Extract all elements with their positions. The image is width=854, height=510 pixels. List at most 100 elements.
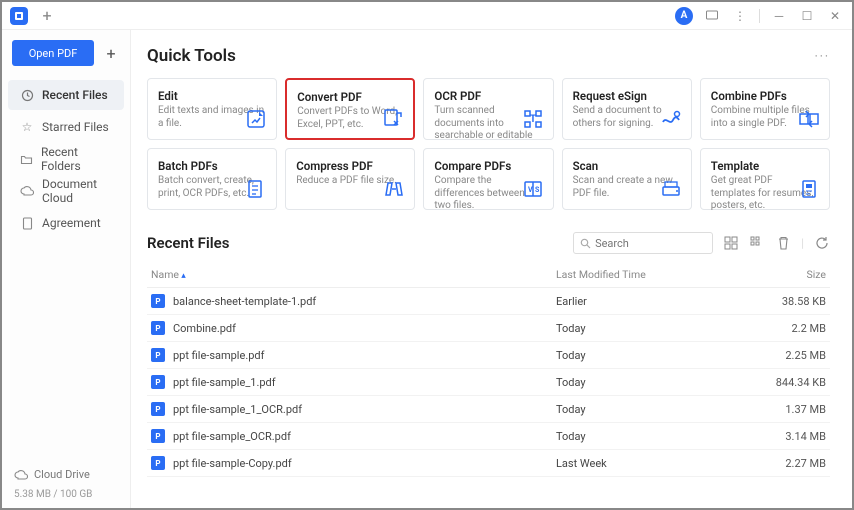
card-icon: T bbox=[521, 107, 545, 131]
sidebar-item-starred-files[interactable]: ☆ Starred Files bbox=[8, 112, 124, 142]
maximize-button[interactable]: ☐ bbox=[798, 7, 816, 25]
file-name: ppt file-sample_OCR.pdf bbox=[173, 430, 291, 443]
file-name: balance-sheet-template-1.pdf bbox=[173, 295, 316, 308]
titlebar: + A ⋮ ─ ☐ ✕ bbox=[2, 2, 852, 30]
main-content: Quick Tools ··· EditEdit texts and image… bbox=[131, 30, 852, 508]
card-icon bbox=[659, 107, 683, 131]
folder-icon bbox=[20, 152, 33, 166]
file-size: 1.37 MB bbox=[736, 403, 826, 416]
card-icon bbox=[381, 106, 405, 130]
col-size[interactable]: Size bbox=[736, 268, 826, 281]
table-row[interactable]: Pppt file-sample.pdfToday2.25 MB bbox=[147, 342, 830, 369]
view-grid-icon[interactable] bbox=[723, 235, 739, 251]
file-modified: Today bbox=[556, 376, 736, 389]
pdf-file-icon: P bbox=[151, 348, 165, 362]
sidebar-item-label: Recent Folders bbox=[41, 145, 112, 173]
cloud-icon bbox=[20, 184, 34, 198]
tool-card-batch-pdfs[interactable]: Batch PDFsBatch convert, create, print, … bbox=[147, 148, 277, 210]
pdf-file-icon: P bbox=[151, 402, 165, 416]
card-title: OCR PDF bbox=[434, 89, 542, 103]
file-name: ppt file-sample-Copy.pdf bbox=[173, 457, 292, 470]
cloud-icon bbox=[14, 470, 28, 480]
sidebar-item-label: Document Cloud bbox=[42, 177, 112, 205]
view-small-grid-icon[interactable] bbox=[749, 235, 765, 251]
pdf-file-icon: P bbox=[151, 456, 165, 470]
chat-icon[interactable] bbox=[703, 7, 721, 25]
table-row[interactable]: Pppt file-sample_OCR.pdfToday3.14 MB bbox=[147, 423, 830, 450]
table-header: Name Last Modified Time Size bbox=[147, 262, 830, 288]
table-row[interactable]: Pppt file-sample_1_OCR.pdfToday1.37 MB bbox=[147, 396, 830, 423]
file-modified: Today bbox=[556, 430, 736, 443]
card-title: Compare PDFs bbox=[434, 159, 542, 173]
minimize-button[interactable]: ─ bbox=[770, 7, 788, 25]
sidebar-item-recent-files[interactable]: Recent Files bbox=[8, 80, 124, 110]
card-icon bbox=[797, 177, 821, 201]
col-name[interactable]: Name bbox=[151, 268, 556, 281]
tool-card-ocr-pdf[interactable]: OCR PDFTurn scanned documents into searc… bbox=[423, 78, 553, 140]
sidebar-item-agreement[interactable]: Agreement bbox=[8, 208, 124, 238]
quick-tools-title: Quick Tools bbox=[147, 46, 236, 66]
table-row[interactable]: Pbalance-sheet-template-1.pdfEarlier38.5… bbox=[147, 288, 830, 315]
tool-card-combine-pdfs[interactable]: Combine PDFsCombine multiple files into … bbox=[700, 78, 830, 140]
close-button[interactable]: ✕ bbox=[826, 7, 844, 25]
add-button[interactable]: + bbox=[102, 44, 120, 62]
tool-card-edit[interactable]: EditEdit texts and images in a file. bbox=[147, 78, 277, 140]
cloud-drive-button[interactable]: Cloud Drive bbox=[14, 464, 118, 485]
file-size: 2.2 MB bbox=[736, 322, 826, 335]
user-avatar[interactable]: A bbox=[675, 7, 693, 25]
file-modified: Today bbox=[556, 322, 736, 335]
sidebar-item-recent-folders[interactable]: Recent Folders bbox=[8, 144, 124, 174]
tool-card-compress-pdf[interactable]: Compress PDFReduce a PDF file size. bbox=[285, 148, 415, 210]
tool-card-scan[interactable]: ScanScan and create a new PDF file. bbox=[562, 148, 692, 210]
svg-text:T: T bbox=[529, 114, 535, 125]
file-name: ppt file-sample_1.pdf bbox=[173, 376, 276, 389]
tool-card-request-esign[interactable]: Request eSignSend a document to others f… bbox=[562, 78, 692, 140]
table-row[interactable]: PCombine.pdfToday2.2 MB bbox=[147, 315, 830, 342]
clock-icon bbox=[20, 88, 34, 102]
file-size: 844.34 KB bbox=[736, 376, 826, 389]
table-row[interactable]: Pppt file-sample-Copy.pdfLast Week2.27 M… bbox=[147, 450, 830, 477]
file-modified: Today bbox=[556, 349, 736, 362]
more-menu-icon[interactable]: ⋮ bbox=[731, 7, 749, 25]
sidebar: Open PDF + Recent Files ☆ Starred Files … bbox=[2, 30, 131, 508]
card-icon bbox=[244, 177, 268, 201]
card-title: Edit bbox=[158, 89, 266, 103]
col-modified[interactable]: Last Modified Time bbox=[556, 268, 736, 281]
pdf-file-icon: P bbox=[151, 294, 165, 308]
card-title: Batch PDFs bbox=[158, 159, 266, 173]
card-title: Convert PDF bbox=[297, 90, 403, 104]
cloud-drive-label: Cloud Drive bbox=[34, 468, 90, 481]
tool-card-template[interactable]: TemplateGet great PDF templates for resu… bbox=[700, 148, 830, 210]
tool-card-compare-pdfs[interactable]: Compare PDFsCompare the differences betw… bbox=[423, 148, 553, 210]
recent-files-title: Recent Files bbox=[147, 234, 229, 252]
open-pdf-button[interactable]: Open PDF bbox=[12, 40, 94, 66]
tool-card-convert-pdf[interactable]: Convert PDFConvert PDFs to Word, Excel, … bbox=[285, 78, 415, 140]
file-name: Combine.pdf bbox=[173, 322, 236, 335]
new-tab-button[interactable]: + bbox=[38, 7, 56, 25]
quick-tools-more-icon[interactable]: ··· bbox=[815, 49, 830, 63]
app-logo bbox=[10, 7, 28, 25]
svg-text:S: S bbox=[535, 186, 540, 194]
card-title: Compress PDF bbox=[296, 159, 404, 173]
card-icon bbox=[244, 107, 268, 131]
table-row[interactable]: Pppt file-sample_1.pdf Today844.34 KB bbox=[147, 369, 830, 396]
star-icon: ☆ bbox=[20, 120, 34, 134]
card-title: Scan bbox=[573, 159, 681, 173]
sidebar-item-label: Agreement bbox=[42, 216, 101, 230]
search-input[interactable] bbox=[595, 237, 735, 250]
file-size: 2.27 MB bbox=[736, 457, 826, 470]
pdf-file-icon: P bbox=[151, 375, 165, 389]
card-title: Template bbox=[711, 159, 819, 173]
search-field[interactable] bbox=[573, 232, 713, 254]
sidebar-item-label: Recent Files bbox=[42, 88, 108, 102]
refresh-icon[interactable] bbox=[814, 235, 830, 251]
file-size: 3.14 MB bbox=[736, 430, 826, 443]
file-modified: Today bbox=[556, 403, 736, 416]
storage-quota: 5.38 MB / 100 GB bbox=[14, 485, 118, 500]
sidebar-item-document-cloud[interactable]: Document Cloud bbox=[8, 176, 124, 206]
file-size: 2.25 MB bbox=[736, 349, 826, 362]
delete-icon[interactable] bbox=[775, 235, 791, 251]
svg-text:V: V bbox=[528, 186, 533, 194]
document-icon bbox=[20, 216, 34, 230]
card-title: Combine PDFs bbox=[711, 89, 819, 103]
